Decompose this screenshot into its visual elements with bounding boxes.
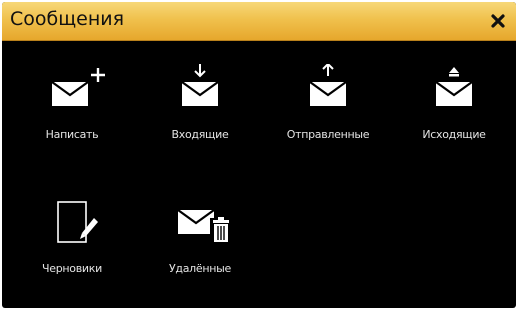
outbox-tile[interactable]: Исходящие <box>394 64 514 154</box>
inbox-label: Входящие <box>171 128 229 141</box>
window-title: Сообщения <box>10 8 125 30</box>
drafts-label: Черновики <box>42 262 102 275</box>
envelope-outbox-icon <box>435 67 473 106</box>
deleted-label: Удалённые <box>169 262 231 275</box>
title-bar: Сообщения <box>2 2 516 41</box>
sent-tile[interactable]: Отправленные <box>268 64 388 154</box>
close-icon <box>491 14 505 28</box>
envelope-arrow-up-icon <box>309 64 347 106</box>
deleted-tile[interactable]: Удалённые <box>140 198 260 288</box>
outbox-label: Исходящие <box>422 128 486 141</box>
close-button[interactable] <box>486 9 510 33</box>
envelope-plus-icon <box>51 68 105 106</box>
inbox-tile[interactable]: Входящие <box>140 64 260 154</box>
write-label: Написать <box>45 128 99 141</box>
write-message-tile[interactable]: Написать <box>12 64 132 154</box>
envelope-trash-icon <box>177 209 232 244</box>
sent-label: Отправленные <box>286 128 370 141</box>
draft-pencil-icon <box>57 201 98 243</box>
drafts-tile[interactable]: Черновики <box>12 198 132 288</box>
messages-window: Сообщения Написать Входящие Отправленные… <box>2 2 516 308</box>
envelope-arrow-down-icon <box>181 64 219 106</box>
